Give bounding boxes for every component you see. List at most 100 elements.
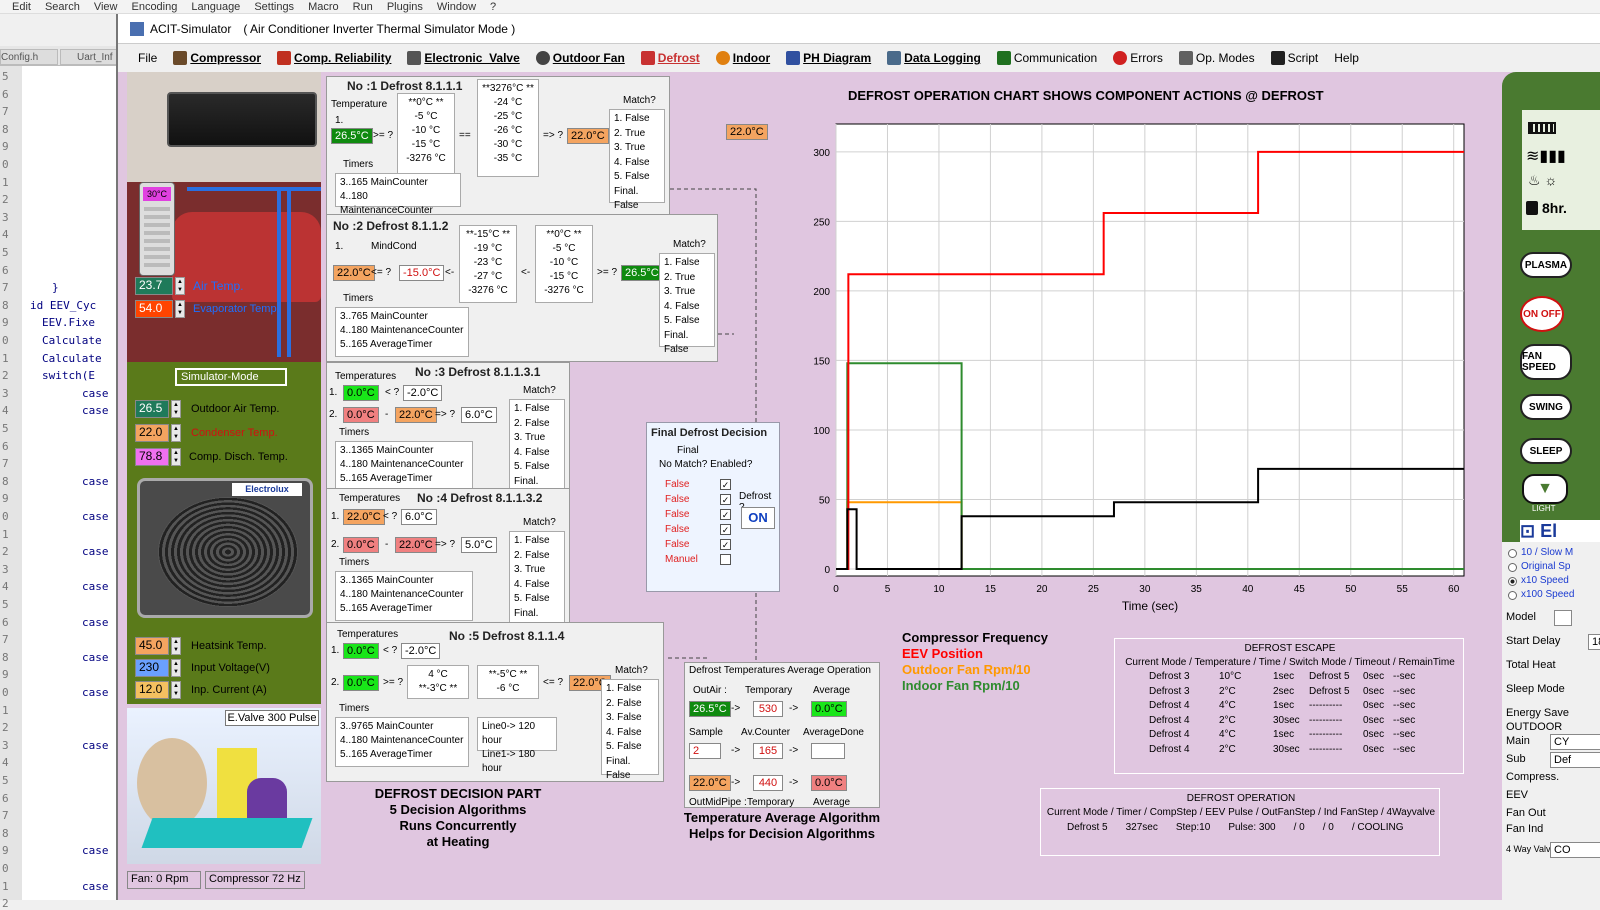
match-item: 3. True xyxy=(614,142,646,153)
enable-checkbox[interactable]: ✓ xyxy=(720,509,731,520)
fan-speed-button[interactable]: FAN SPEED xyxy=(1520,344,1572,380)
p3-r1-value[interactable]: 0.0°C xyxy=(343,385,379,401)
simulator-mode-button[interactable]: Simulator-Mode xyxy=(175,368,287,386)
editor-menu-item[interactable]: Edit xyxy=(12,1,31,13)
table-row: Defrost 4 4°C 1sec ---------- 0sec --sec xyxy=(1123,700,1463,715)
evap-temp-spinner[interactable]: ▲ ▼ xyxy=(175,300,185,318)
current-spinner[interactable]: ▲ ▼ xyxy=(171,681,181,699)
air-temp-spinner[interactable]: ▲ ▼ xyxy=(175,277,185,295)
avg-outmidpipe-value[interactable]: 22.0°C xyxy=(689,775,731,791)
outdoor-temp-spinner[interactable]: ▲ ▼ xyxy=(171,400,181,418)
p5-r1-value[interactable]: 0.0°C xyxy=(343,643,379,659)
evap-temp-field[interactable]: 54.0 xyxy=(135,300,173,318)
enable-checkbox[interactable] xyxy=(720,554,731,565)
heatsink-field[interactable]: 45.0 xyxy=(135,637,169,655)
radio-button[interactable] xyxy=(1508,590,1517,600)
menu-indoor[interactable]: Indoor xyxy=(715,51,770,65)
radio-button[interactable] xyxy=(1508,548,1517,558)
p3-r2-value[interactable]: 0.0°C xyxy=(343,407,379,423)
threshold-item: -15 °C xyxy=(549,271,579,282)
p2-arrow2: <- xyxy=(521,267,531,278)
swing-button[interactable]: SWING xyxy=(1520,394,1572,420)
enable-checkbox[interactable]: ✓ xyxy=(720,539,731,550)
remote-control[interactable]: 30°C xyxy=(139,182,175,276)
enable-checkbox[interactable]: ✓ xyxy=(720,524,731,535)
settings-field-start_delay[interactable]: 18 xyxy=(1588,634,1600,650)
voltage-spinner[interactable]: ▲ ▼ xyxy=(171,659,181,677)
enable-checkbox[interactable]: ✓ xyxy=(720,479,731,490)
editor-menu-item[interactable]: Window xyxy=(437,1,476,13)
plasma-button[interactable]: PLASMA xyxy=(1520,252,1572,278)
table-cell: 0sec xyxy=(1363,685,1385,697)
avg-outair-value[interactable]: 26.5°C xyxy=(689,701,731,717)
model-select[interactable] xyxy=(1554,610,1572,626)
menu-errors[interactable]: Errors xyxy=(1113,51,1163,65)
discharge-temp-field[interactable]: 78.8 xyxy=(135,448,169,466)
line-number: 3 xyxy=(2,562,9,576)
p5-r2-value[interactable]: 0.0°C xyxy=(343,675,379,691)
line-number: 7 xyxy=(2,633,9,647)
chart-icon xyxy=(786,51,801,65)
menu-comp-reliability[interactable]: Comp. Reliability xyxy=(277,51,391,65)
condenser-temp-field[interactable]: 22.0 xyxy=(135,424,169,442)
table-cell: Defrost 4 xyxy=(1149,743,1190,755)
speed-option[interactable]: Original Sp xyxy=(1508,560,1600,574)
editor-menu-item[interactable]: ? xyxy=(490,1,496,13)
settings-label: 4 Way Valve xyxy=(1506,844,1556,854)
on-off-button[interactable]: ON OFF xyxy=(1520,296,1564,332)
menu-compressor[interactable]: Compressor xyxy=(173,51,261,65)
light-button[interactable]: ▼ xyxy=(1522,474,1568,504)
editor-menu-item[interactable]: View xyxy=(94,1,118,13)
menu-help[interactable]: Help xyxy=(1334,51,1359,65)
line-number: 6 xyxy=(2,439,9,453)
avg-title: Defrost Temperatures Average Operation xyxy=(689,665,871,676)
editor-menu-item[interactable]: Plugins xyxy=(387,1,423,13)
menu-defrost[interactable]: Defrost xyxy=(640,51,700,65)
p4-r1-value[interactable]: 22.0°C xyxy=(343,509,385,525)
p1-temp-value[interactable]: 26.5°C xyxy=(331,128,373,144)
voltage-field[interactable]: 230 xyxy=(135,659,169,677)
editor-menu-item[interactable]: Search xyxy=(45,1,80,13)
match-item: 2. False xyxy=(514,417,550,429)
radio-button[interactable] xyxy=(1508,576,1517,586)
menu-op-modes[interactable]: Op. Modes xyxy=(1178,51,1255,65)
current-field[interactable]: 12.0 xyxy=(135,681,169,699)
settings-field-sub[interactable]: Def xyxy=(1550,752,1600,768)
menu-data-logging[interactable]: Data Logging xyxy=(887,51,981,65)
menu-script[interactable]: Script xyxy=(1270,51,1318,65)
settings-field-valve[interactable]: CO xyxy=(1550,842,1600,858)
condenser-temp-spinner[interactable]: ▲ ▼ xyxy=(171,424,181,442)
editor-menu-item[interactable]: Settings xyxy=(254,1,294,13)
editor-tab-uart[interactable]: Uart_Inf xyxy=(60,49,118,65)
menu-file[interactable]: File xyxy=(138,51,157,65)
p4-r2-value[interactable]: 0.0°C xyxy=(343,537,379,553)
line-number: 6 xyxy=(2,615,9,629)
sleep-button[interactable]: SLEEP xyxy=(1520,438,1572,464)
line-number: 2 xyxy=(2,897,9,910)
radio-button[interactable] xyxy=(1508,562,1517,572)
editor-menu-item[interactable]: Language xyxy=(191,1,240,13)
line-number: 1 xyxy=(2,527,9,541)
menu-communication[interactable]: Communication xyxy=(996,51,1097,65)
speed-option[interactable]: x100 Speed xyxy=(1508,588,1600,602)
editor-code-area[interactable]: 5 6 7 8 9 0 1 2 3 4 5 6 7 8 9 0 1 2 3 4 5 6 7 8 9 0 1 2 3 4 5 6 7 8 9 0 1 2 3 4… xyxy=(0,66,120,910)
settings-field-main[interactable]: CY xyxy=(1550,734,1600,750)
editor-menu-item[interactable]: Encoding xyxy=(131,1,177,13)
match-title: Match? xyxy=(523,385,556,396)
discharge-temp-spinner[interactable]: ▲ ▼ xyxy=(171,448,181,466)
heatsink-spinner[interactable]: ▲ ▼ xyxy=(171,637,181,655)
menu-outdoor-fan[interactable]: Outdoor Fan xyxy=(535,51,625,65)
editor-menu-item[interactable]: Run xyxy=(353,1,373,13)
avg-arrow: -> xyxy=(731,745,741,756)
menu-electronic-valve[interactable]: Electronic_Valve xyxy=(407,51,520,65)
editor-menu-item[interactable]: Macro xyxy=(308,1,339,13)
enable-checkbox[interactable]: ✓ xyxy=(720,494,731,505)
speed-option[interactable]: x10 Speed xyxy=(1508,574,1600,588)
speed-option[interactable]: 10 / Slow M xyxy=(1508,546,1600,560)
air-temp-field[interactable]: 23.7 xyxy=(135,277,173,295)
p2-value[interactable]: 22.0°C xyxy=(333,265,375,281)
outdoor-temp-field[interactable]: 26.5 xyxy=(135,400,169,418)
p5-list1: 4 °C **-3°C ** xyxy=(407,665,469,699)
menu-ph-diagram[interactable]: PH Diagram xyxy=(786,51,871,65)
editor-tab-config[interactable]: Config.h xyxy=(0,49,58,65)
